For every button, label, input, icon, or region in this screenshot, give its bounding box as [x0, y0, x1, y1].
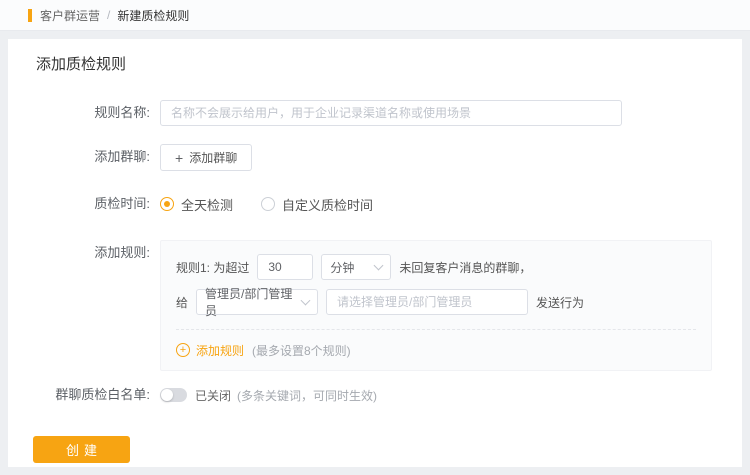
whitelist-label: 群聊质检白名单: [55, 387, 150, 402]
radio-selected-icon [160, 197, 174, 211]
add-group-label: 添加群聊: [94, 149, 150, 164]
rule-suffix: 未回复客户消息的群聊， [399, 260, 532, 275]
accent-tick-icon [28, 8, 32, 22]
qc-time-radio-group: 全天检测 自定义质检时间 [160, 191, 373, 217]
breadcrumb-root-link[interactable]: 客户群运营 [40, 7, 100, 24]
radio-custom-time-label: 自定义质检时间 [282, 197, 374, 213]
circle-plus-icon: + [176, 343, 190, 357]
rule-name-input[interactable] [160, 100, 622, 126]
radio-dot [164, 201, 170, 207]
rule-form: 规则名称: 添加群聊: + 添加群聊 质检时间: 全天检测 [33, 100, 742, 463]
radio-all-day-label: 全天检测 [181, 197, 234, 213]
rule-condition-line: 规则1: 为超过 分钟 未回复客户消息的群聊， [176, 254, 696, 280]
whitelist-hint: (多条关键词，可同时生效) [237, 388, 378, 403]
whitelist-toggle-row: 已关闭 (多条关键词，可同时生效) [160, 385, 377, 405]
add-rule-hint: (最多设置8个规则) [252, 343, 351, 358]
receiver-input[interactable] [326, 289, 529, 315]
whitelist-toggle[interactable] [160, 388, 187, 402]
create-button[interactable]: 创建 [33, 436, 130, 463]
rule-box: 规则1: 为超过 分钟 未回复客户消息的群聊， 给 管理员/部门管理员 [160, 240, 712, 371]
breadcrumb-separator: / [107, 8, 111, 22]
unit-select-value: 分钟 [330, 260, 355, 275]
content-card: 添加质检规则 规则名称: 添加群聊: + 添加群聊 质检时间: 全天检测 [8, 39, 742, 467]
chevron-down-icon [373, 260, 384, 270]
rule-prefix: 规则1: 为超过 [176, 260, 250, 275]
whitelist-state: 已关闭 [195, 388, 232, 403]
radio-all-day[interactable]: 全天检测 [160, 195, 233, 214]
threshold-input[interactable] [257, 254, 314, 280]
radio-custom-time[interactable]: 自定义质检时间 [261, 195, 373, 214]
rule-name-label: 规则名称: [94, 105, 150, 120]
rule-action-line: 给 管理员/部门管理员 发送行为 [176, 287, 696, 318]
breadcrumb-current: 新建质检规则 [117, 8, 190, 23]
rule-action-suffix: 发送行为 [536, 295, 585, 310]
rule-name-row: 规则名称: [36, 100, 742, 126]
rule-to-label: 给 [176, 295, 189, 310]
unit-select[interactable]: 分钟 [321, 254, 392, 280]
radio-unselected-icon [261, 197, 276, 211]
breadcrumb-bar: 客户群运营 / 新建质检规则 [0, 0, 750, 31]
add-group-button-label: 添加群聊 [189, 151, 238, 165]
toggle-knob [161, 389, 173, 401]
add-group-row: 添加群聊: + 添加群聊 [36, 144, 742, 171]
qc-time-label: 质检时间: [94, 196, 150, 211]
add-rule-line: + 添加规则 (最多设置8个规则) [176, 330, 696, 370]
add-rules-row: 添加规则: 规则1: 为超过 分钟 未回复客户消息的群聊， 给 管理员/部门管理… [36, 240, 742, 371]
page-title: 添加质检规则 [36, 56, 127, 73]
whitelist-row: 群聊质检白名单: 已关闭 (多条关键词，可同时生效) [36, 385, 742, 405]
receiver-type-select[interactable]: 管理员/部门管理员 [196, 287, 319, 318]
add-group-button[interactable]: + 添加群聊 [160, 144, 253, 171]
receiver-type-value: 管理员/部门管理员 [205, 287, 293, 318]
add-rules-label: 添加规则: [94, 245, 150, 260]
qc-time-row: 质检时间: 全天检测 自定义质检时间 [36, 191, 742, 217]
plus-icon: + [175, 149, 184, 166]
add-rule-link[interactable]: 添加规则 [196, 342, 244, 359]
